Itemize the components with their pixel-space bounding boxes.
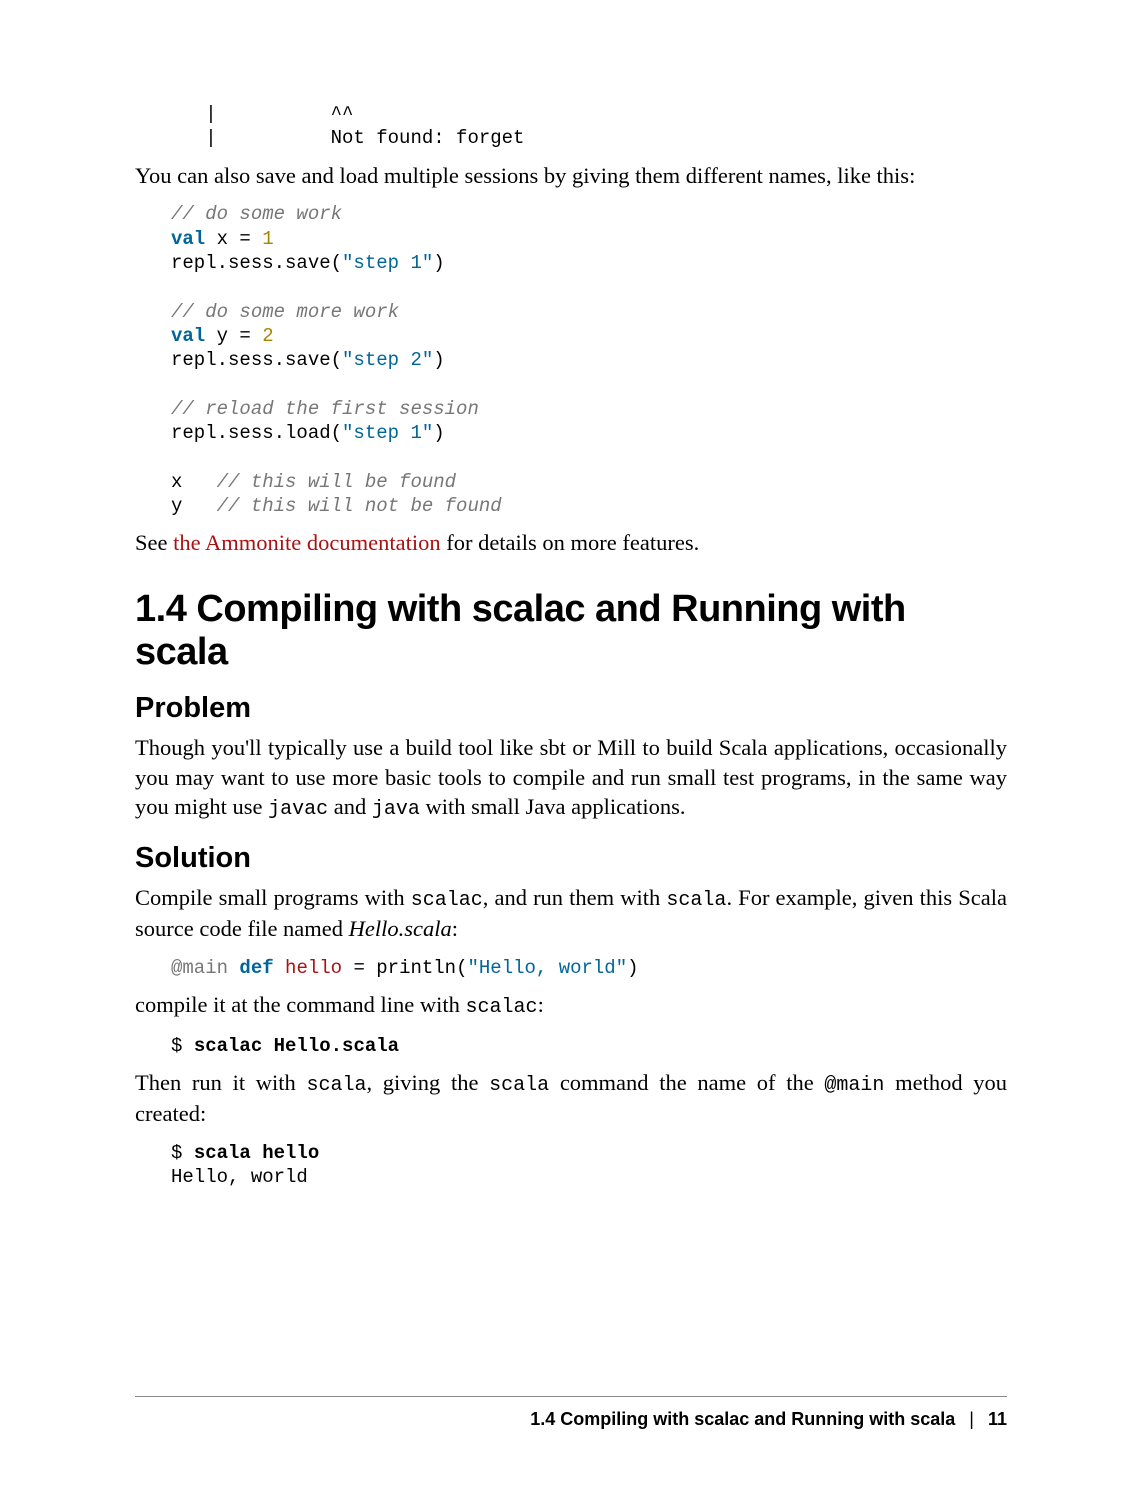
code-number: 1 [262,228,273,250]
page-number: 11 [988,1409,1007,1429]
code-comment: // do some more work [171,301,399,323]
code-keyword: def [239,957,273,979]
inline-code: scala [489,1074,549,1097]
code-comment: // this will not be found [217,495,502,517]
code-string: "step 1" [342,422,433,444]
text: with small Java applications. [420,794,686,819]
paragraph: You can also save and load multiple sess… [135,161,1007,191]
text: command the name of the [549,1070,824,1095]
paragraph: Then run it with scala, giving the scala… [135,1068,1007,1129]
code-text: repl.sess.save( [171,349,342,371]
code-comment: // reload the first session [171,398,479,420]
text: Compile small programs with [135,885,411,910]
paragraph: compile it at the command line with scal… [135,990,1007,1021]
footer-section-title: 1.4 Compiling with scalac and Running wi… [530,1409,955,1429]
code-annotation: @main [171,957,228,979]
code-number: 2 [262,325,273,347]
subsection-problem: Problem [135,692,1007,725]
text: , giving the [366,1070,489,1095]
page-footer: 1.4 Compiling with scalac and Running wi… [135,1396,1007,1430]
text: and [328,794,372,819]
text: : [452,916,458,941]
shell-command: scalac Hello.scala [194,1035,399,1057]
shell-prompt: $ [171,1035,194,1057]
code-run-command: $ scala hello Hello, world [171,1141,1007,1190]
code-string: "step 1" [342,252,433,274]
code-text: repl.sess.load( [171,422,342,444]
code-text: y [171,495,217,517]
code-string: "Hello, world" [467,957,627,979]
code-text: ) [433,252,444,274]
inline-code: javac [268,798,328,821]
code-string: "step 2" [342,349,433,371]
page: | ^^ | Not found: forget You can also sa… [0,0,1142,1500]
inline-code: scala [306,1074,366,1097]
code-text: y = [205,325,262,347]
code-keyword: val [171,325,205,347]
code-text: ) [433,422,444,444]
code-comment: // this will be found [217,471,456,493]
inline-code: scalac [411,889,483,912]
code-text: x [171,471,217,493]
text: : [538,992,544,1017]
inline-code: @main [824,1074,884,1097]
paragraph: Though you'll typically use a build tool… [135,733,1007,824]
paragraph: See the Ammonite documentation for detai… [135,528,1007,558]
code-session-example: // do some work val x = 1 repl.sess.save… [171,202,1007,518]
section-heading: 1.4 Compiling with scalac and Running wi… [135,588,1007,674]
code-text: ) [433,349,444,371]
shell-command: scala hello [194,1142,319,1164]
code-text: ) [627,957,638,979]
filename: Hello.scala [349,916,452,941]
subsection-solution: Solution [135,842,1007,875]
shell-output: Hello, world [171,1166,308,1188]
code-hello-scala: @main def hello = println("Hello, world"… [171,956,1007,980]
paragraph: Compile small programs with scalac, and … [135,883,1007,944]
text: compile it at the command line with [135,992,466,1017]
code-identifier: hello [285,957,342,979]
text: See [135,530,173,555]
code-text: repl.sess.save( [171,252,342,274]
code-text [228,957,239,979]
inline-code: scala [666,889,726,912]
inline-code: java [372,798,420,821]
code-line: | ^^ [171,103,353,125]
text: for details on more features. [441,530,700,555]
code-line: | Not found: forget [171,127,524,149]
shell-prompt: $ [171,1142,194,1164]
code-compile-command: $ scalac Hello.scala [171,1034,1007,1058]
text: Then run it with [135,1070,306,1095]
footer-separator: | [955,1409,988,1430]
inline-code: scalac [466,996,538,1019]
code-text: = println( [342,957,467,979]
ammonite-docs-link[interactable]: the Ammonite documentation [173,530,440,555]
text: , and run them with [483,885,667,910]
code-comment: // do some work [171,203,342,225]
code-text [274,957,285,979]
code-text: x = [205,228,262,250]
code-keyword: val [171,228,205,250]
code-error-output: | ^^ | Not found: forget [171,102,1007,151]
